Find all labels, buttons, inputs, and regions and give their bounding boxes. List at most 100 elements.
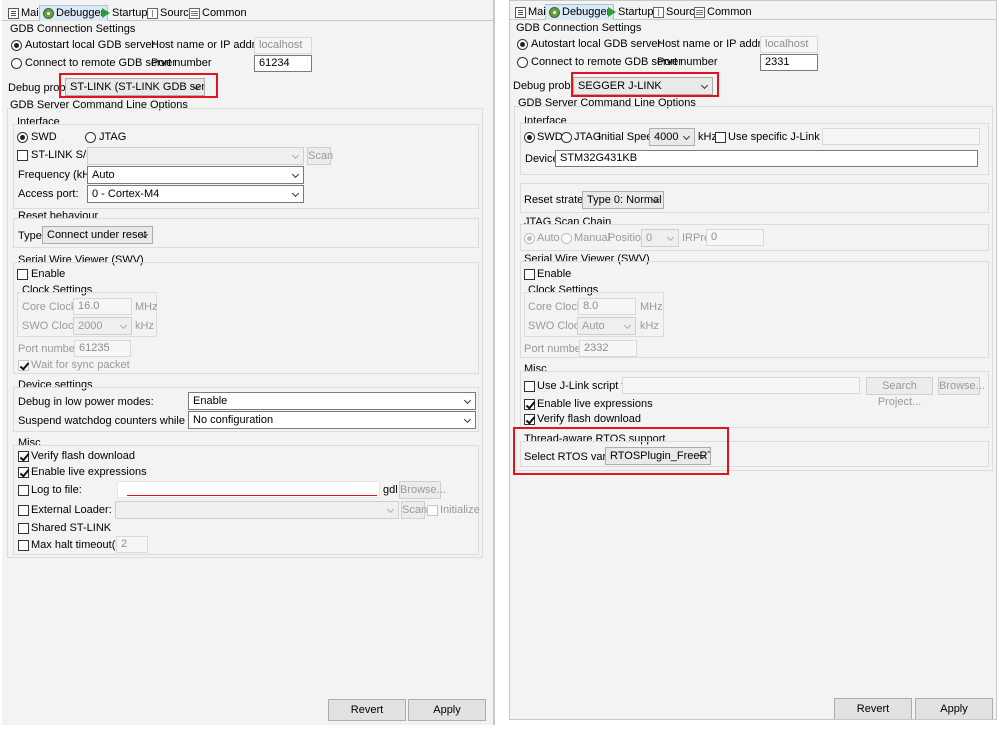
log-browse-button[interactable]: Browse... <box>399 481 446 499</box>
watchdog-select[interactable]: No configuration <box>188 411 476 429</box>
tab-startup-label: Startup <box>112 6 148 19</box>
reset-strategy-select[interactable]: Type 0: Normal <box>582 191 664 209</box>
swd-radio[interactable] <box>524 132 535 143</box>
host-input[interactable]: localhost <box>254 37 312 54</box>
chevron-down-icon <box>463 415 472 424</box>
stlink-scan-button[interactable]: Scan <box>307 147 333 165</box>
chevron-down-icon <box>291 189 300 198</box>
search-project-button[interactable]: Search Project... <box>866 377 933 408</box>
port-input[interactable]: 61234 <box>254 55 312 72</box>
loader-scan-button[interactable]: Scan <box>401 501 427 519</box>
port-label: Port number <box>151 57 212 69</box>
tab-startup[interactable]: Startup <box>99 5 150 21</box>
autostart-radio[interactable] <box>11 40 22 51</box>
jtag-radio[interactable] <box>85 132 96 143</box>
initial-speed-select[interactable]: 4000 <box>649 128 695 146</box>
specific-sn-input[interactable] <box>822 128 980 145</box>
external-loader-select[interactable] <box>115 501 399 519</box>
swo-clock-value: Auto <box>582 320 605 332</box>
remote-radio[interactable] <box>517 57 528 68</box>
autostart-radio[interactable] <box>517 39 528 50</box>
tab-debugger-label: Debugger <box>56 7 105 19</box>
chevron-down-icon <box>386 505 395 514</box>
right-revert-button[interactable]: Revert <box>834 698 912 719</box>
port-input[interactable]: 2331 <box>760 54 818 71</box>
external-loader-checkbox[interactable] <box>18 505 29 516</box>
live-expressions-checkbox[interactable] <box>524 399 535 410</box>
jtag-label: JTAG <box>99 131 127 143</box>
startup-icon <box>608 7 616 17</box>
stlink-sn-label: ST-LINK S/N <box>31 149 94 161</box>
jtag-radio[interactable] <box>561 132 572 143</box>
script-file-input[interactable] <box>622 377 860 394</box>
tab-debugger[interactable]: Debugger <box>545 4 615 20</box>
core-clock-unit: MHz <box>640 301 663 313</box>
live-expressions-label: Enable live expressions <box>537 398 653 410</box>
reset-type-select[interactable]: Connect under reset <box>42 226 153 244</box>
swv-port-input[interactable]: 2332 <box>579 340 637 357</box>
swv-port-input[interactable]: 61235 <box>74 340 131 357</box>
watchdog-value: No configuration <box>193 414 274 426</box>
shared-stlink-checkbox[interactable] <box>18 523 29 534</box>
verify-flash-label: Verify flash download <box>31 450 135 462</box>
right-apply-button[interactable]: Apply <box>915 698 993 719</box>
device-label: Device <box>525 153 559 165</box>
core-clock-input[interactable]: 16.0 <box>73 298 132 315</box>
script-file-checkbox[interactable] <box>524 381 535 392</box>
core-clock-label: Core Clock: <box>528 301 586 313</box>
swv-enable-label: Enable <box>537 268 572 280</box>
chevron-down-icon <box>682 132 691 141</box>
remote-radio[interactable] <box>11 58 22 69</box>
swd-radio[interactable] <box>17 132 28 143</box>
external-loader-label: External Loader: <box>31 504 112 516</box>
script-file-label: Use J-Link script file <box>537 380 636 392</box>
common-icon <box>189 7 200 19</box>
swo-clock-select[interactable]: Auto <box>577 317 636 335</box>
stlink-sn-select[interactable] <box>87 147 304 165</box>
max-halt-input[interactable]: 2 <box>116 536 148 553</box>
initial-speed-value: 4000 <box>654 131 679 143</box>
swv-enable-checkbox[interactable] <box>17 269 28 280</box>
swo-clock-value: 2000 <box>78 320 103 332</box>
main-tab-icon <box>515 6 526 18</box>
verify-flash-checkbox[interactable] <box>18 451 29 462</box>
log-file-checkbox[interactable] <box>18 485 29 496</box>
tab-common[interactable]: Common <box>186 5 250 21</box>
redacted-underline <box>127 495 377 496</box>
host-input[interactable]: localhost <box>760 36 818 53</box>
tab-common-label: Common <box>707 5 752 18</box>
spinner-icon <box>666 233 675 242</box>
low-power-value: Enable <box>193 395 228 407</box>
initialize-checkbox[interactable] <box>427 505 438 516</box>
irpre-input[interactable]: 0 <box>706 229 764 246</box>
low-power-label: Debug in low power modes: <box>18 396 154 408</box>
live-expressions-checkbox[interactable] <box>18 467 29 478</box>
manual-radio[interactable] <box>561 233 572 244</box>
auto-radio[interactable] <box>524 233 535 244</box>
specific-sn-checkbox[interactable] <box>715 132 726 143</box>
tab-startup[interactable]: Startup <box>605 4 656 20</box>
wait-sync-checkbox[interactable] <box>18 360 29 371</box>
tab-common[interactable]: Common <box>691 4 755 20</box>
access-port-label: Access port: <box>18 188 79 200</box>
access-port-select[interactable]: 0 - Cortex-M4 <box>87 185 304 203</box>
swv-enable-checkbox[interactable] <box>524 269 535 280</box>
left-apply-button[interactable]: Apply <box>408 699 486 721</box>
device-input[interactable]: STM32G431KB <box>555 150 978 167</box>
swo-clock-unit: kHz <box>135 320 154 332</box>
script-browse-button[interactable]: Browse... <box>938 377 985 395</box>
left-revert-button[interactable]: Revert <box>328 699 406 721</box>
verify-flash-checkbox[interactable] <box>524 414 535 425</box>
stlink-sn-checkbox[interactable] <box>17 150 28 161</box>
chevron-down-icon <box>291 170 300 179</box>
core-clock-input[interactable]: 8.0 <box>578 298 636 315</box>
max-halt-checkbox[interactable] <box>18 540 29 551</box>
low-power-select[interactable]: Enable <box>188 392 476 410</box>
tab-debugger[interactable]: Debugger <box>39 5 109 21</box>
swo-clock-select[interactable]: 2000 <box>73 317 132 335</box>
right-tab-bar: Main Debugger Startup Source Common <box>510 3 996 20</box>
frequency-select[interactable]: Auto <box>87 166 304 184</box>
chevron-down-icon <box>623 321 632 330</box>
swd-label: SWD <box>31 131 57 143</box>
position-spinner[interactable]: 0 <box>641 229 679 247</box>
